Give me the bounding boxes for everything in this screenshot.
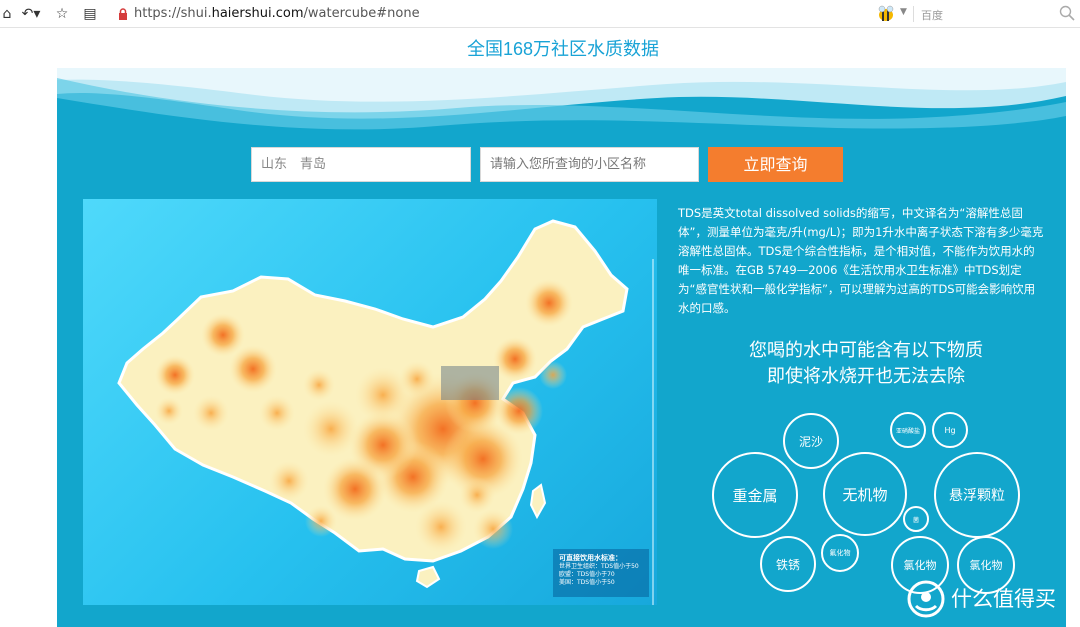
browser-toolbar: ⌂ ↶▾ ☆ ▤ https://shui.haiershui.com/wate…	[0, 0, 1080, 28]
chevron-down-icon[interactable]: ▼	[900, 7, 907, 17]
smzdm-watermark: 什么值得买	[907, 580, 1075, 618]
legend-row: 世界卫生组织：TDS值小于50	[559, 563, 639, 570]
url-prefix: https://shui.	[134, 6, 212, 21]
toolbar-divider	[913, 6, 914, 22]
bubble-heavy-metal[interactable]: 重金属	[712, 452, 798, 538]
url-domain: haiershui.com	[211, 6, 304, 21]
community-search-input[interactable]: 请输入您所查询的小区名称	[480, 147, 699, 182]
legend-row: 美国：TDS值小于50	[559, 579, 615, 586]
drinking-water-standard-legend: 可直接饮用水标准： 世界卫生组织：TDS值小于50 欧盟：TDS值小于70 美国…	[553, 549, 649, 597]
bubble-inorganic[interactable]: 无机物	[823, 452, 907, 536]
hainan-island	[415, 565, 441, 589]
bubble-mercury[interactable]: Hg	[932, 412, 968, 448]
search-icon[interactable]	[1059, 5, 1075, 21]
bubble-rust[interactable]: 铁锈	[760, 536, 816, 592]
smzdm-logo-icon	[907, 580, 945, 618]
home-icon[interactable]: ⌂	[0, 5, 14, 23]
url-suffix: /watercube#none	[303, 6, 420, 21]
selected-region-highlight	[441, 366, 499, 400]
bubble-nitrite[interactable]: 亚硝酸盐	[890, 412, 926, 448]
bubble-fluoride[interactable]: 氟化物	[821, 534, 859, 572]
bee-icon[interactable]	[876, 5, 896, 23]
legend-row: 欧盟：TDS值小于70	[559, 571, 615, 578]
tds-description: TDS是英文total dissolved solids的缩写，中文译名为“溶解…	[678, 206, 1044, 315]
star-icon[interactable]: ☆	[54, 5, 70, 23]
bubble-mud[interactable]: 泥沙	[783, 413, 839, 469]
lock-icon	[119, 8, 127, 20]
page-title: 全国168万社区水质数据	[466, 39, 660, 59]
bubble-suspended-particles[interactable]: 悬浮颗粒	[934, 452, 1020, 538]
bubble-bacteria[interactable]: 菌	[903, 506, 929, 532]
address-bar[interactable]: https://shui.haiershui.com/watercube#non…	[134, 6, 420, 22]
headline-line: 您喝的水中可能含有以下物质	[749, 340, 983, 361]
page-right-margin	[1066, 68, 1080, 627]
wave-decoration	[57, 68, 1066, 138]
query-button[interactable]: 立即查询	[708, 147, 843, 182]
water-quality-banner: 山东 青岛 请输入您所查询的小区名称 立即查询 可直接饮用水标准： 世界卫生组织…	[57, 68, 1066, 627]
region-select[interactable]: 山东 青岛	[251, 147, 471, 182]
reader-icon[interactable]: ▤	[82, 5, 98, 23]
watermark-text: 什么值得买	[951, 587, 1056, 611]
tds-heat-map[interactable]: 可直接饮用水标准： 世界卫生组织：TDS值小于50 欧盟：TDS值小于70 美国…	[83, 199, 657, 605]
legend-title: 可直接饮用水标准：	[559, 554, 622, 562]
taiwan-island	[529, 483, 547, 520]
search-engine-input[interactable]: 百度	[921, 7, 943, 23]
headline-line: 即使将水烧开也无法去除	[767, 366, 965, 387]
substances-headline: 您喝的水中可能含有以下物质 即使将水烧开也无法去除	[678, 338, 1054, 390]
undo-icon[interactable]: ↶▾	[20, 5, 42, 23]
